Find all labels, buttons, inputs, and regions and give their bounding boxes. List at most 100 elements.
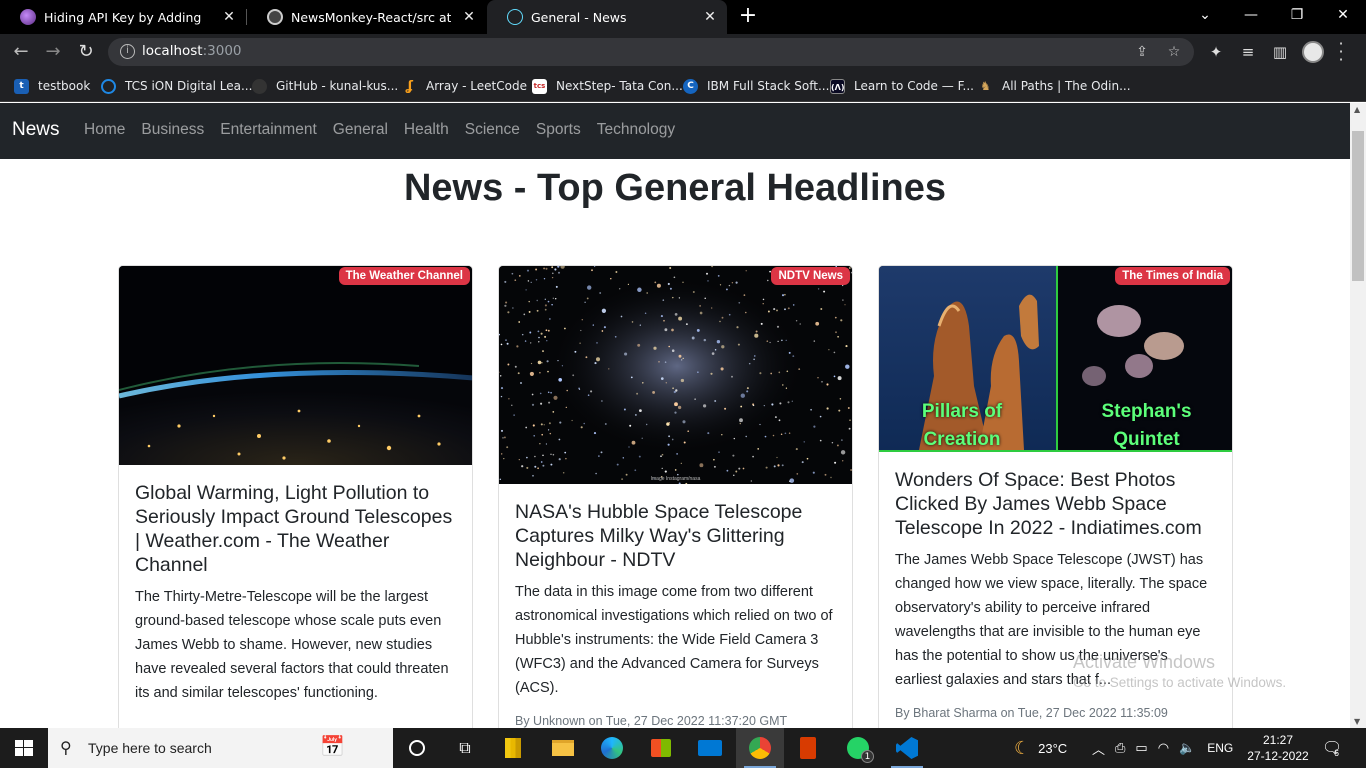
tcs-icon: tcs <box>532 78 547 94</box>
taskbar-app-store[interactable] <box>637 728 685 768</box>
new-tab-button[interactable]: + <box>737 5 759 28</box>
tab-general-news[interactable]: General - News ✕ <box>487 0 727 34</box>
extensions-puzzle-icon[interactable]: ✦ <box>1206 42 1226 62</box>
nav-link-entertainment[interactable]: Entertainment <box>220 121 317 139</box>
scroll-up-arrow-icon[interactable]: ▲ <box>1354 105 1360 114</box>
language-indicator[interactable]: ENG <box>1207 741 1233 755</box>
start-button[interactable] <box>0 728 48 768</box>
bookmark-item[interactable]: tcs NextStep- Tata Con... <box>532 77 683 95</box>
star-dot <box>774 416 777 419</box>
star-dot <box>545 329 548 332</box>
taskbar-app-powerbi[interactable] <box>489 728 537 768</box>
restore-button[interactable]: ❐ <box>1274 0 1320 30</box>
star-dot <box>801 461 804 464</box>
taskbar-app-vscode[interactable] <box>883 728 931 768</box>
star-dot <box>636 392 639 395</box>
address-bar[interactable]: i localhost:3000 ⇪ ☆ <box>108 38 1194 66</box>
nav-link-business[interactable]: Business <box>141 121 204 139</box>
tab-hiding-api-key[interactable]: Hiding API Key by Adding Custom ✕ <box>0 0 246 34</box>
star-dot <box>548 401 551 404</box>
folder-icon <box>552 740 574 756</box>
taskbar-app-chrome[interactable] <box>736 728 784 768</box>
profile-avatar[interactable] <box>1302 41 1324 63</box>
share-icon[interactable]: ⇪ <box>1132 42 1152 62</box>
star-dot <box>692 291 695 293</box>
site-info-icon[interactable]: i <box>120 44 135 59</box>
bookmark-item[interactable]: t testbook <box>14 77 90 95</box>
tab-close-icon[interactable]: ✕ <box>460 8 478 26</box>
bookmark-star-icon[interactable]: ☆ <box>1164 42 1184 62</box>
nav-link-health[interactable]: Health <box>404 121 449 139</box>
star-dot <box>584 301 586 303</box>
star-dot <box>637 287 642 293</box>
back-button[interactable]: ← <box>8 39 34 65</box>
reading-list-icon[interactable]: ≡ <box>1238 42 1258 62</box>
star-dot <box>839 398 842 400</box>
tray-icons: ︿ ⎙ ▭ ◠ 🔈 ENG <box>1092 728 1233 768</box>
star-dot <box>813 340 816 342</box>
star-dot <box>558 377 563 382</box>
tab-close-icon[interactable]: ✕ <box>701 8 719 26</box>
taskbar-app-edge[interactable] <box>588 728 636 768</box>
taskbar-app-file-explorer[interactable] <box>539 728 587 768</box>
meet-now-icon[interactable]: ⎙ <box>1115 740 1125 756</box>
weather-widget[interactable]: ☾ 23°C <box>1014 728 1067 768</box>
side-panel-icon[interactable]: ▥ <box>1270 42 1290 62</box>
bookmark-item[interactable]: TCS iON Digital Lea... <box>101 77 252 95</box>
bookmark-item[interactable]: ♞ All Paths | The Odin... <box>978 77 1130 95</box>
star-dot <box>803 441 805 443</box>
star-dot <box>728 284 731 287</box>
bookmark-item[interactable]: (Λ) Learn to Code — F... <box>830 77 974 95</box>
star-dot <box>642 382 644 384</box>
star-dot <box>850 469 852 471</box>
bookmark-item[interactable]: ʆ Array - LeetCode <box>402 77 527 95</box>
system-clock[interactable]: 21:27 27-12-2022 <box>1246 732 1310 764</box>
reload-button[interactable]: ↻ <box>73 39 99 65</box>
tab-close-icon[interactable]: ✕ <box>220 8 238 26</box>
page-scrollbar[interactable]: ▲ ▼ <box>1350 103 1366 728</box>
star-dot <box>766 340 769 342</box>
star-dot <box>776 325 780 328</box>
task-view-button[interactable]: ⧉ <box>441 728 489 768</box>
tab-search-chevron-icon[interactable]: ⌄ <box>1182 0 1228 30</box>
volume-icon[interactable]: 🔈 <box>1179 740 1195 756</box>
notification-center[interactable]: 🗨 6 <box>1322 728 1342 768</box>
star-dot <box>585 356 588 359</box>
tab-newsmonkey-github[interactable]: NewsMonkey-React/src at cd313 ✕ <box>247 0 486 34</box>
nav-link-home[interactable]: Home <box>84 121 125 139</box>
menu-kebab-icon[interactable]: · · · <box>1336 36 1346 68</box>
taskbar-app-whatsapp[interactable]: 1 <box>834 728 882 768</box>
freecodecamp-icon: (Λ) <box>830 78 845 94</box>
star-dot <box>551 304 553 306</box>
star-dot <box>620 315 623 318</box>
battery-icon[interactable]: ▭ <box>1135 740 1147 756</box>
cortana-button[interactable] <box>393 728 441 768</box>
minimize-button[interactable]: — <box>1228 0 1274 30</box>
taskbar-app-mail[interactable] <box>686 728 734 768</box>
nav-link-technology[interactable]: Technology <box>597 121 675 139</box>
news-image-jwst: Pillars of Creation Stephan's Quintet Th… <box>879 266 1232 452</box>
nav-link-general[interactable]: General <box>333 121 388 139</box>
bookmark-item[interactable]: GitHub - kunal-kus... <box>252 77 398 95</box>
star-dot <box>842 460 844 462</box>
close-window-button[interactable]: ✕ <box>1320 0 1366 30</box>
star-dot <box>771 403 774 406</box>
star-dot <box>545 443 547 445</box>
star-dot <box>527 280 530 282</box>
forward-button[interactable]: → <box>40 39 66 65</box>
network-icon[interactable]: ◠ <box>1158 740 1169 756</box>
web-page: News Home Business Entertainment General… <box>0 103 1350 728</box>
star-dot <box>787 307 790 310</box>
taskbar-app-office[interactable] <box>784 728 832 768</box>
taskbar-search[interactable]: ⚲ Type here to search 📅 <box>48 728 393 768</box>
star-dot <box>757 448 760 450</box>
star-dot <box>554 268 557 271</box>
bookmark-item[interactable]: C IBM Full Stack Soft... <box>683 77 829 95</box>
nav-link-sports[interactable]: Sports <box>536 121 581 139</box>
nav-link-science[interactable]: Science <box>465 121 520 139</box>
navbar-brand[interactable]: News <box>12 119 60 141</box>
scrollbar-thumb[interactable] <box>1352 131 1364 281</box>
show-hidden-icons-chevron-icon[interactable]: ︿ <box>1092 739 1105 758</box>
news-image-star-cluster: Image Instagram/nasa NDTV News <box>499 266 852 484</box>
scroll-down-arrow-icon[interactable]: ▼ <box>1354 717 1360 726</box>
